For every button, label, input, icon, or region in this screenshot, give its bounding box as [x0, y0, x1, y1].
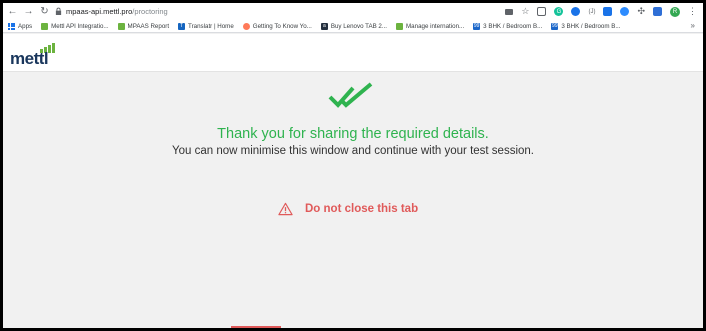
- bookmark-label: 3 BHK / Bedroom B...: [561, 22, 621, 30]
- bookmark-label: Mettl API Integratio...: [51, 22, 109, 30]
- bookmark-item[interactable]: T Translatr | Home: [178, 22, 234, 30]
- grammarly-icon[interactable]: G: [554, 7, 564, 16]
- 99acres-icon: 99: [551, 22, 559, 30]
- browser-toolbar: ← → ↻ mpaas-api.mettl.pro/proctoring ☆ G…: [3, 3, 703, 20]
- bookmark-label: 3 BHK / Bedroom B...: [483, 22, 543, 30]
- warning-message: Do not close this tab: [278, 202, 418, 216]
- logo-text: mettl: [10, 49, 49, 68]
- bookmark-item[interactable]: Manage internation...: [396, 22, 465, 30]
- bookmark-item[interactable]: 99 3 BHK / Bedroom B...: [551, 22, 621, 30]
- reload-icon[interactable]: ↻: [38, 5, 51, 18]
- bookmark-apps[interactable]: Apps: [8, 22, 33, 30]
- instruction-text: You can now minimise this window and con…: [171, 145, 534, 157]
- forward-icon[interactable]: →: [22, 5, 35, 18]
- screenshot-icon[interactable]: [537, 7, 547, 16]
- bookmark-label: MPAAS Report: [127, 22, 170, 30]
- bookmark-label: Translatr | Home: [188, 22, 234, 30]
- bookmark-label: Buy Lenovo TAB 2...: [330, 22, 388, 30]
- site-header: mettl: [3, 34, 703, 72]
- menu-icon[interactable]: ⋮: [688, 6, 697, 17]
- chevron-right-icon[interactable]: »: [691, 21, 695, 30]
- browser-window: ← → ↻ mpaas-api.mettl.pro/proctoring ☆ G…: [3, 3, 703, 328]
- bookmark-label: Manage internation...: [406, 22, 465, 30]
- double-check-icon: [328, 82, 373, 108]
- mettl-icon: [117, 22, 125, 30]
- extension-square-icon[interactable]: [603, 7, 613, 16]
- mettl-icon: [396, 22, 404, 30]
- warning-text: Do not close this tab: [305, 203, 419, 215]
- mettl-logo[interactable]: mettl: [10, 43, 62, 68]
- bookmark-item[interactable]: Mettl API Integratio...: [41, 22, 109, 30]
- url-text: mpaas-api.mettl.pro/proctoring: [66, 7, 168, 16]
- bookmarks-bar: Apps Mettl API Integratio... MPAAS Repor…: [3, 20, 703, 33]
- amazon-icon: a: [320, 22, 328, 30]
- apps-grid-icon: [8, 22, 15, 30]
- bottom-accent: [231, 326, 281, 328]
- thank-you-heading: Thank you for sharing the required detai…: [217, 126, 489, 142]
- warning-icon: [278, 202, 293, 216]
- bookmark-label: Apps: [18, 22, 33, 30]
- bookmark-item[interactable]: MPAAS Report: [117, 22, 170, 30]
- url-path: /proctoring: [132, 7, 168, 16]
- bookmark-item[interactable]: 99 3 BHK / Bedroom B...: [473, 22, 543, 30]
- camera-icon[interactable]: [505, 8, 514, 15]
- translatr-icon: T: [178, 22, 186, 30]
- mail-icon[interactable]: [653, 7, 662, 16]
- url-host: mpaas-api.mettl.pro: [66, 7, 133, 16]
- extension-blue-icon[interactable]: [571, 7, 581, 16]
- address-bar[interactable]: mpaas-api.mettl.pro/proctoring: [55, 5, 168, 18]
- avatar[interactable]: R: [670, 6, 680, 17]
- bookmark-item[interactable]: Getting To Know Yo...: [242, 22, 312, 30]
- puzzle-icon[interactable]: ✣: [637, 6, 645, 17]
- mettl-icon: [41, 22, 49, 30]
- 99acres-icon: 99: [473, 22, 481, 30]
- lock-icon: [55, 7, 62, 15]
- star-icon[interactable]: ☆: [521, 6, 529, 17]
- hubspot-icon: [242, 22, 250, 30]
- bookmark-item[interactable]: a Buy Lenovo TAB 2...: [320, 22, 388, 30]
- bookmark-label: Getting To Know Yo...: [252, 22, 312, 30]
- zoom-icon[interactable]: [620, 7, 630, 16]
- back-icon[interactable]: ←: [6, 5, 19, 18]
- extension-icons: ☆ G (J) ✣ R ⋮: [505, 5, 697, 18]
- jp-icon[interactable]: (J): [588, 9, 595, 15]
